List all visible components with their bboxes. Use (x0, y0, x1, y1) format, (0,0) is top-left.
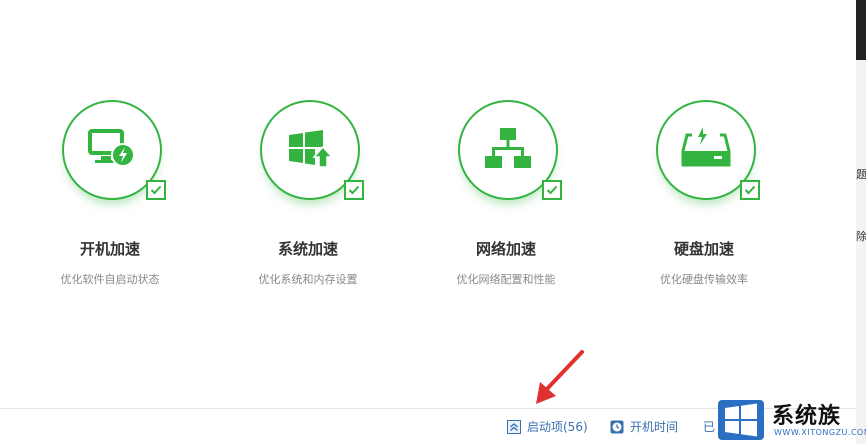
truncated-status-label: 已 (703, 420, 716, 434)
feature-boot-speedup[interactable]: 开机加速 优化软件自启动状态 (15, 100, 205, 300)
adjacent-window-char: 题 (856, 168, 866, 181)
optimizer-window: 开机加速 优化软件自启动状态 系统加速 优化系统和内存设置 网络加速 优化网络配… (0, 0, 857, 445)
checkmark-icon (150, 185, 162, 195)
feature-disk-speedup[interactable]: 硬盘加速 优化硬盘传输效率 (609, 100, 799, 300)
checkbox-boot-speedup[interactable] (146, 180, 166, 200)
feature-title: 硬盘加速 (673, 240, 734, 258)
feature-title: 网络加速 (475, 240, 536, 258)
startup-items-label: 启动项(56) (527, 420, 588, 434)
adjacent-window-dark-block (856, 0, 866, 60)
feature-network-speedup[interactable]: 网络加速 优化网络配置和性能 (411, 100, 601, 300)
adjacent-window-char: 除 (856, 230, 866, 243)
double-chevron-up-icon (507, 420, 521, 434)
harddisk-bolt-icon (681, 127, 731, 167)
clock-icon (610, 420, 624, 434)
feature-desc: 优化软件自启动状态 (60, 273, 160, 286)
checkbox-network-speedup[interactable] (542, 180, 562, 200)
watermark-logo: 系统族 WWW.XITONGZU.COM (716, 396, 866, 444)
annotation-arrow-icon (536, 350, 584, 404)
checkbox-system-speedup[interactable] (344, 180, 364, 200)
adjacent-window-edge: 题 除 (856, 0, 866, 444)
watermark-title: 系统族 (772, 404, 842, 429)
boot-time-label: 开机时间 (630, 420, 679, 434)
checkbox-disk-speedup[interactable] (740, 180, 760, 200)
feature-title: 开机加速 (79, 240, 140, 258)
checkmark-icon (744, 185, 756, 195)
feature-title: 系统加速 (277, 240, 338, 258)
checkmark-icon (348, 185, 360, 195)
windows-logo-icon (718, 400, 764, 440)
network-topology-icon (485, 128, 531, 168)
feature-desc: 优化系统和内存设置 (258, 273, 358, 286)
monitor-bolt-icon (88, 129, 135, 167)
boot-time-link[interactable]: 开机时间 (610, 418, 678, 435)
feature-desc: 优化硬盘传输效率 (660, 273, 748, 286)
startup-items-link[interactable]: 启动项(56) (507, 418, 588, 435)
feature-desc: 优化网络配置和性能 (456, 273, 556, 286)
feature-system-speedup[interactable]: 系统加速 优化系统和内存设置 (213, 100, 403, 300)
windows-upgrade-icon (289, 130, 334, 168)
checkmark-icon (546, 185, 558, 195)
truncated-status-link[interactable]: 已 (703, 418, 715, 435)
watermark-url: WWW.XITONGZU.COM (774, 428, 866, 437)
